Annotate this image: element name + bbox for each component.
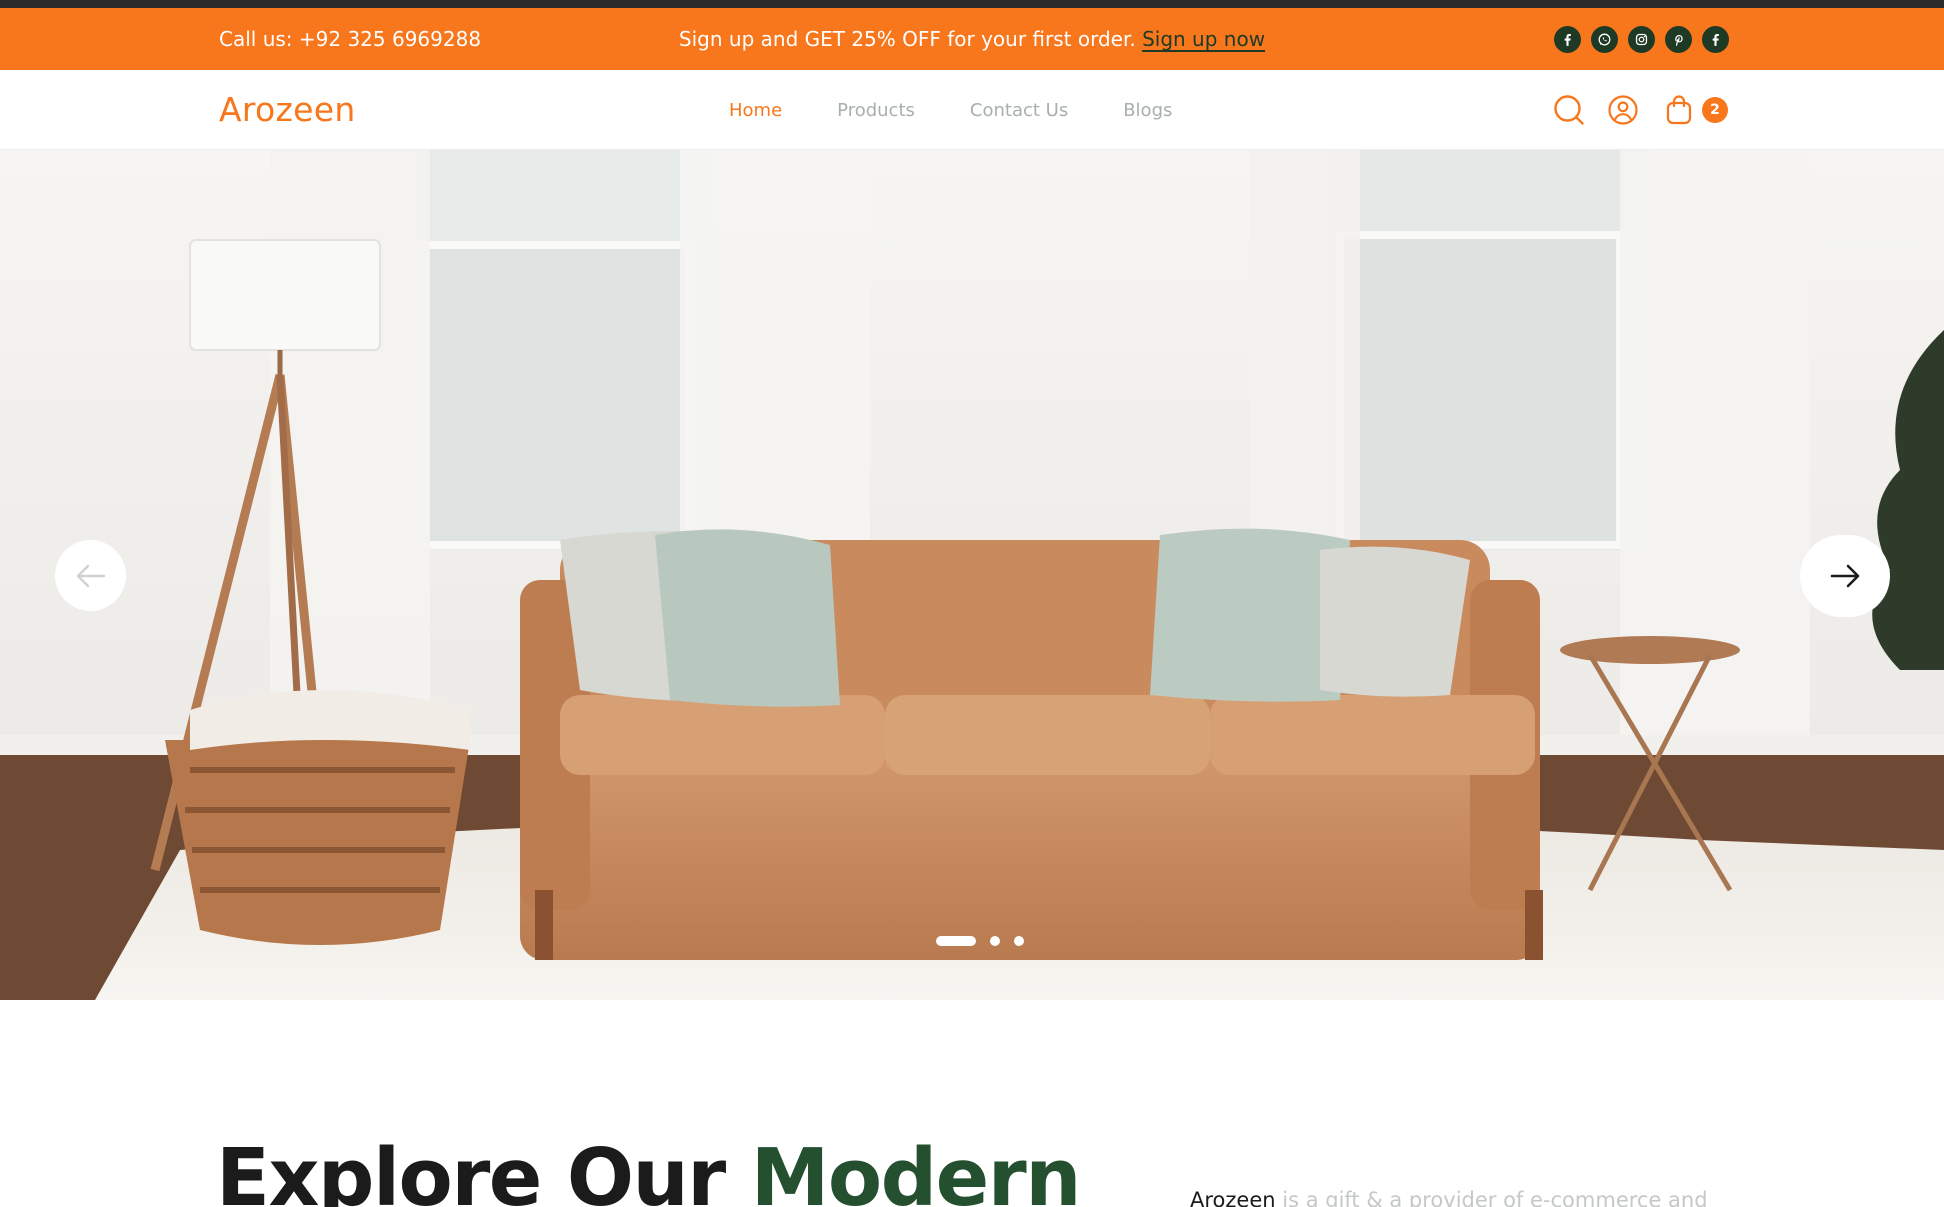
slider-next-button[interactable] (1800, 535, 1890, 617)
social-links (1554, 26, 1729, 53)
hero-living-room-image (0, 150, 1944, 1000)
promo-bar: Call us: +92 325 6969288 Sign up and GET… (0, 8, 1944, 70)
section-title: Explore Our Modern (216, 1128, 1082, 1207)
arrow-left-icon (76, 564, 105, 587)
nav-contact-us[interactable]: Contact Us (970, 100, 1068, 121)
section-title-highlight: Modern (750, 1132, 1082, 1207)
nav-blogs[interactable]: Blogs (1123, 100, 1172, 121)
section-title-main: Explore Our (216, 1132, 751, 1207)
hero-slider (0, 150, 1944, 1000)
pinterest-icon[interactable] (1665, 26, 1692, 53)
instagram-icon[interactable] (1628, 26, 1655, 53)
slider-dots (936, 936, 1024, 946)
nav-products[interactable]: Products (837, 100, 915, 121)
top-strip (0, 0, 1944, 8)
search-icon[interactable] (1552, 93, 1586, 127)
promo-offer-text: Sign up and GET 25% OFF for your first o… (678, 27, 1136, 51)
intro-text: is a gift & a provider of e-commerce and (1275, 1188, 1708, 1207)
facebook-icon[interactable] (1702, 26, 1729, 53)
slider-dot-3[interactable] (1014, 936, 1024, 946)
user-account-icon[interactable] (1606, 93, 1640, 127)
facebook-icon[interactable] (1554, 26, 1581, 53)
logo[interactable]: Arozeen (219, 70, 356, 150)
cart-count-badge: 2 (1702, 97, 1728, 123)
whatsapp-icon[interactable] (1591, 26, 1618, 53)
main-navbar: Arozeen Home Products Contact Us Blogs 2 (0, 70, 1944, 150)
arrow-right-icon (1830, 564, 1860, 588)
nav-home[interactable]: Home (729, 100, 782, 121)
intro-brand: Arozeen (1190, 1188, 1276, 1207)
intro-paragraph: Arozeen is a gift & a provider of e-comm… (1190, 1188, 1708, 1207)
main-nav: Home Products Contact Us Blogs (729, 70, 1172, 150)
slider-dot-2[interactable] (990, 936, 1000, 946)
signup-link[interactable]: Sign up now (1142, 27, 1265, 51)
cart-button[interactable]: 2 (1662, 93, 1728, 127)
slider-prev-button[interactable] (55, 540, 126, 611)
slider-dot-1[interactable] (936, 936, 976, 946)
header-actions: 2 (1552, 93, 1728, 127)
shopping-bag-icon (1662, 93, 1696, 127)
